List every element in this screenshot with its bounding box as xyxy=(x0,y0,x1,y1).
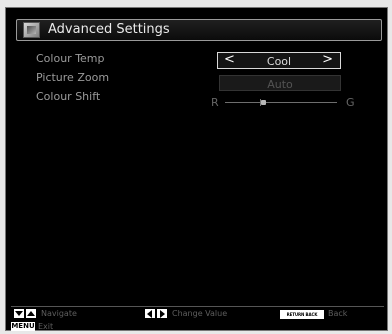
picture-zoom-label: Picture Zoom xyxy=(36,71,110,84)
navigate-hint: Navigate xyxy=(41,309,77,318)
menu-title-bar: Advanced Settings xyxy=(16,19,382,41)
left-key-icon xyxy=(145,309,155,318)
exit-hint: Exit xyxy=(38,322,54,331)
colour-shift-g-label: G xyxy=(346,96,355,109)
picture-zoom-value: Auto xyxy=(267,78,293,91)
menu-key: MENU xyxy=(11,322,35,331)
colour-temp-selector[interactable]: < Cool > xyxy=(217,52,341,69)
tv-screen: Advanced Settings Colour Temp Picture Zo… xyxy=(5,7,388,331)
back-hint: Back xyxy=(328,309,348,318)
colour-shift-slider-handle[interactable] xyxy=(261,100,266,105)
footer-divider xyxy=(11,306,384,307)
change-value-hint: Change Value xyxy=(172,309,228,318)
menu-title: Advanced Settings xyxy=(48,22,170,37)
colour-shift-r-label: R xyxy=(211,96,219,109)
down-key-icon xyxy=(14,309,24,318)
return-back-key: RETURN BACK xyxy=(280,310,324,319)
right-key-icon xyxy=(157,309,167,318)
colour-temp-label: Colour Temp xyxy=(36,52,105,65)
chevron-right-icon[interactable]: > xyxy=(322,52,333,67)
colour-shift-track[interactable] xyxy=(225,102,337,103)
picture-zoom-selector[interactable]: Auto xyxy=(219,75,341,91)
settings-icon xyxy=(23,22,40,38)
up-key-icon xyxy=(26,309,36,318)
colour-shift-label: Colour Shift xyxy=(36,90,101,103)
